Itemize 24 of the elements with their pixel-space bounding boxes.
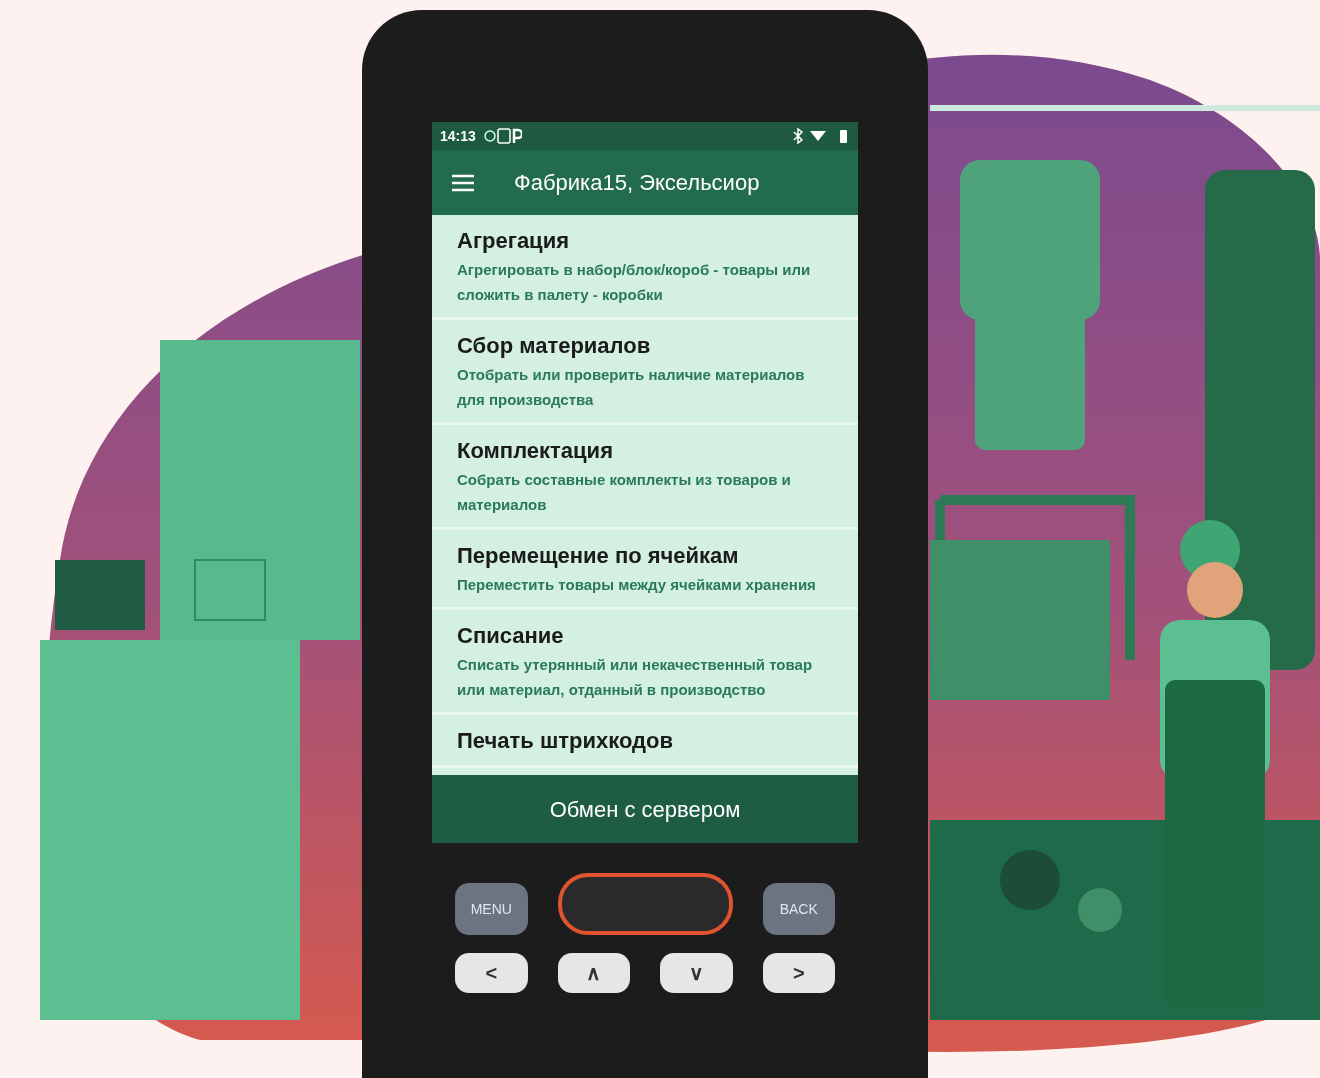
menu-item-description: Агрегировать в набор/блок/короб - товары или сложить в палету - коробки <box>457 260 812 305</box>
menu-item-description: Собрать составные комплекты из товаров и материалов <box>457 470 792 515</box>
notification-icon <box>483 128 522 144</box>
device-key[interactable]: ∨ <box>660 953 733 993</box>
scan-button[interactable] <box>557 873 733 935</box>
menu-item-title: Комплектация <box>457 437 614 465</box>
menu-item-description: Отобрать или проверить наличие материалов для производства <box>457 365 806 410</box>
menu-item-title: Печать штрихкодов <box>457 727 675 755</box>
app-title: Фабрика15, Эксельсиор <box>514 169 760 197</box>
status-icons <box>790 128 850 144</box>
menu-item-title: Сбор материалов <box>457 332 652 360</box>
device-key[interactable]: BACK <box>762 883 835 935</box>
menu-item-title: Списание <box>457 622 565 650</box>
menu-item-description: Переместить товары между ячейками хранения <box>457 575 817 595</box>
device-key[interactable]: MENU <box>455 883 528 935</box>
menu-item-title: Перемещение по ячейкам <box>457 542 740 570</box>
device-key[interactable]: < <box>455 953 528 993</box>
menu-icon[interactable] <box>452 173 474 192</box>
device-key[interactable]: > <box>762 953 835 993</box>
server-exchange-button[interactable]: Обмен с сервером <box>432 775 858 843</box>
status-time: 14:13 <box>440 126 476 146</box>
menu-item-title: Агрегация <box>457 227 570 255</box>
device-key[interactable]: ∧ <box>557 953 630 993</box>
menu-item-description: Списать утерянный или некачественный товар или материал, отданный в производство <box>457 655 814 700</box>
